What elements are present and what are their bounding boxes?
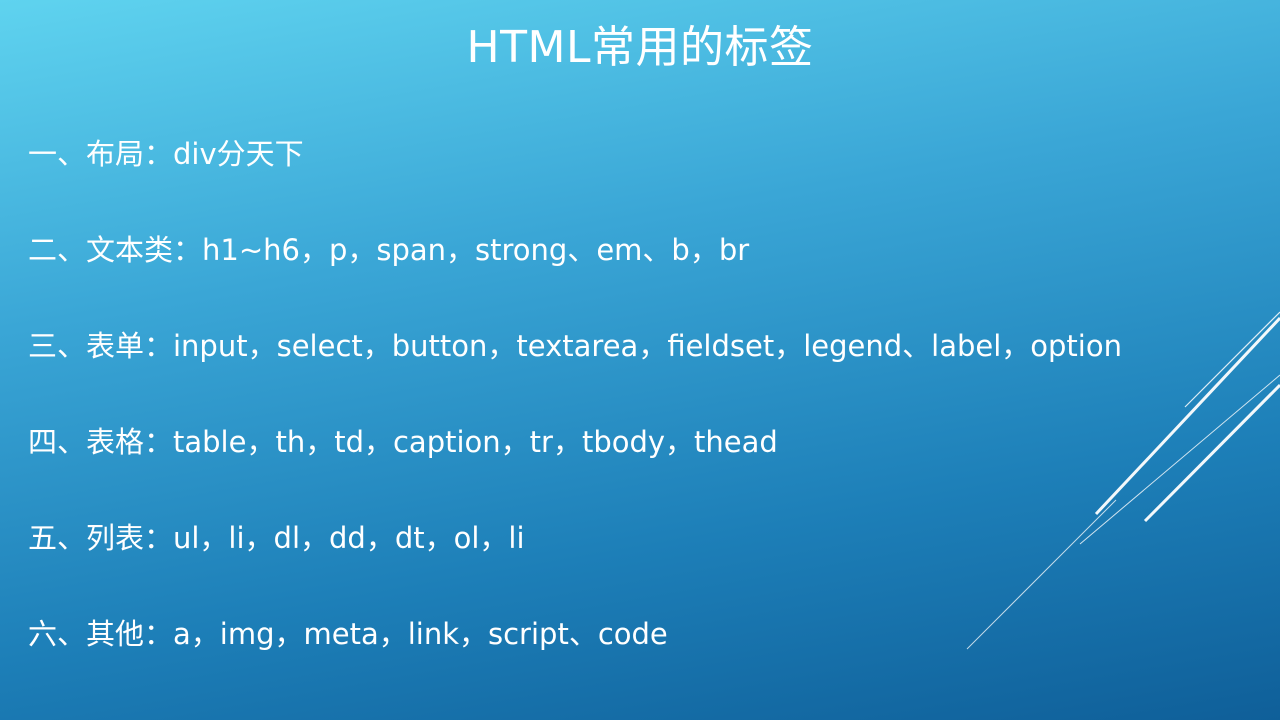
list-item-other: 六、其他：a，img，meta，link，script、code [28, 617, 668, 651]
list-item-text: 二、文本类：h1~h6，p，span，strong、em、b，br [28, 233, 750, 267]
tag-list: 一、布局：div分天下 二、文本类：h1~h6，p，span，strong、em… [28, 130, 1228, 706]
list-item-list: 五、列表：ul，li，dl，dd，dt，ol，li [28, 521, 525, 555]
slide-title: HTML常用的标签 [466, 22, 814, 73]
list-item-form: 三、表单：input，select，button，textarea，fields… [28, 329, 1122, 363]
slide: HTML常用的标签 一、布局：div分天下 二、文本类：h1~h6，p，span… [0, 0, 1280, 720]
list-item-layout: 一、布局：div分天下 [28, 137, 304, 171]
list-item-table: 四、表格：table，th，td，caption，tr，tbody，thead [28, 425, 778, 459]
